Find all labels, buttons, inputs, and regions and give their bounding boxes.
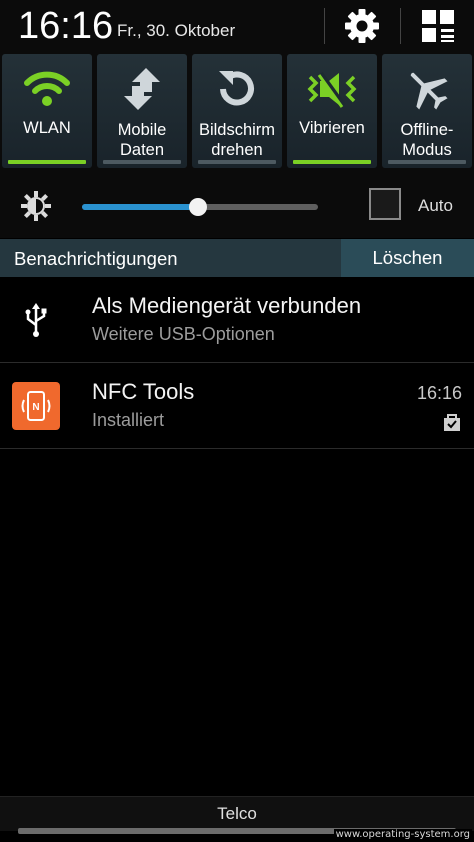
auto-brightness-checkbox[interactable] xyxy=(369,188,401,220)
brightness-icon xyxy=(21,191,51,221)
quick-settings-panel: WLAN Mobile Daten Bildschirm drehen Vibr… xyxy=(0,52,474,172)
header-divider xyxy=(400,8,401,44)
watermark: www.operating-system.org xyxy=(333,829,472,840)
brightness-row xyxy=(0,172,474,238)
rotate-icon xyxy=(219,71,254,106)
notification-subtitle: Installiert xyxy=(92,410,165,430)
auto-brightness-label: Auto xyxy=(418,196,453,215)
notification-usb[interactable]: Als Mediengerät verbunden Weitere USB-Op… xyxy=(0,278,474,363)
brightness-slider-fill xyxy=(82,204,198,210)
carrier-label: Telco xyxy=(0,796,474,831)
toggle-offline-mode[interactable]: Offline- Modus xyxy=(382,54,472,168)
brightness-slider-thumb[interactable] xyxy=(188,198,207,216)
notifications-title: Benachrichtigungen xyxy=(14,248,178,269)
toggle-rotate[interactable]: Bildschirm drehen xyxy=(192,54,282,168)
toggle-state-bar xyxy=(8,160,86,164)
notification-title: Als Mediengerät verbunden xyxy=(92,293,362,318)
header-divider xyxy=(324,8,325,44)
toggle-state-bar xyxy=(198,160,276,164)
mobile-data-icon xyxy=(124,68,160,110)
toggle-state-bar xyxy=(388,160,466,164)
toggle-state-bar xyxy=(293,160,371,164)
airplane-icon xyxy=(410,72,448,110)
toggle-vibrate[interactable]: Vibrieren xyxy=(287,54,377,168)
nfc-tools-app-icon: N xyxy=(12,382,60,430)
toggle-label: Mobile Daten xyxy=(117,121,167,159)
brightness-slider[interactable] xyxy=(82,198,318,216)
gear-icon xyxy=(345,9,379,43)
date: Fr., 30. Oktober xyxy=(117,21,236,40)
notification-subtitle: Weitere USB-Optionen xyxy=(92,324,275,344)
notification-title: NFC Tools xyxy=(92,379,195,404)
wifi-icon xyxy=(24,71,70,106)
toggle-state-bar xyxy=(103,160,181,164)
toggle-label: Vibrieren xyxy=(299,119,365,137)
toggle-label: Offline- Modus xyxy=(400,121,454,159)
notification-time: 16:16 xyxy=(416,383,462,403)
clear-button[interactable]: Löschen xyxy=(341,239,474,277)
vibrate-icon xyxy=(307,71,357,108)
notifications-header: Benachrichtigungen Löschen xyxy=(0,239,474,277)
notification-nfc-tools[interactable]: N NFC Tools Installiert 16:16 xyxy=(0,364,474,449)
store-bag-icon xyxy=(444,414,460,431)
toggle-label: WLAN xyxy=(23,119,71,137)
status-header: 16:16 Fr., 30. Oktober xyxy=(0,0,474,53)
usb-icon xyxy=(12,296,60,344)
edit-toggles-button[interactable] xyxy=(418,6,458,46)
toggle-label: Bildschirm drehen xyxy=(198,121,276,159)
settings-button[interactable] xyxy=(342,6,382,46)
grid-edit-icon xyxy=(422,10,454,42)
clock: 16:16 xyxy=(18,5,114,47)
svg-text:N: N xyxy=(32,402,39,413)
toggle-wlan[interactable]: WLAN xyxy=(2,54,92,168)
toggle-mobile-data[interactable]: Mobile Daten xyxy=(97,54,187,168)
